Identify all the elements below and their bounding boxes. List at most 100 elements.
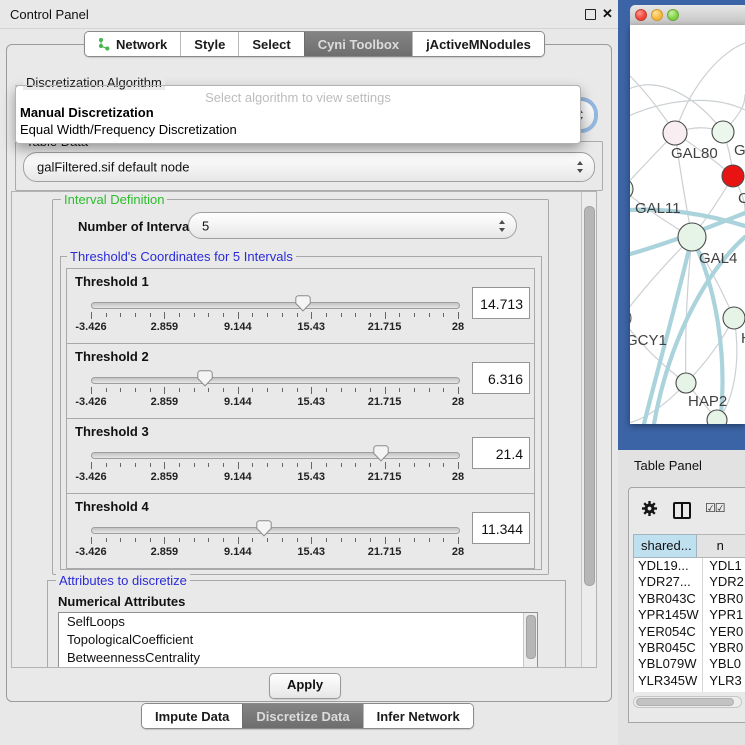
tab-network[interactable]: Network xyxy=(85,32,180,56)
gear-icon[interactable] xyxy=(641,500,658,517)
main-scrollbar[interactable] xyxy=(581,192,596,667)
tab-cyni-toolbox[interactable]: Cyni Toolbox xyxy=(304,32,412,56)
table-header-row: shared...n xyxy=(633,534,745,558)
close-traffic-light-icon[interactable] xyxy=(635,9,647,21)
network-node[interactable] xyxy=(678,223,706,251)
slider-track[interactable] xyxy=(91,377,460,384)
slider-track[interactable] xyxy=(91,302,460,309)
number-of-intervals-combobox[interactable]: 5 xyxy=(188,212,517,239)
dropdown-option-equal-width[interactable]: Equal Width/Frequency Discretization xyxy=(20,122,237,137)
tick-label: 9.144 xyxy=(224,471,252,483)
dropdown-option-manual[interactable]: Manual Discretization xyxy=(20,105,154,120)
tick-mark xyxy=(385,387,386,394)
tick-mark xyxy=(135,463,136,467)
tick-label: 28 xyxy=(452,546,464,558)
tick-mark xyxy=(179,538,180,542)
table-row[interactable]: YDL19...YDL1 xyxy=(634,558,745,574)
minimize-traffic-light-icon[interactable] xyxy=(651,9,663,21)
tick-mark xyxy=(355,313,356,317)
table-cell: YDR2 xyxy=(703,574,745,590)
attribute-item[interactable]: BetweennessCentrality xyxy=(59,649,537,667)
tick-mark xyxy=(458,537,459,544)
tab-style[interactable]: Style xyxy=(180,32,238,56)
split-columns-icon[interactable] xyxy=(673,502,691,519)
column-header[interactable]: n xyxy=(697,534,745,558)
network-node[interactable] xyxy=(630,308,631,328)
table-row[interactable]: YBL079WYBL0 xyxy=(634,656,745,672)
threshold-value-field[interactable]: 14.713 xyxy=(472,287,530,319)
tab-impute-data[interactable]: Impute Data xyxy=(142,704,242,728)
slider-thumb[interactable] xyxy=(197,370,213,387)
tick-mark xyxy=(238,312,239,319)
right-side: GAL80GACGAL11GAL4GCY1HHAP2 Table Panel xyxy=(618,0,745,745)
tab-select[interactable]: Select xyxy=(238,32,303,56)
table-horizontal-scrollbar[interactable] xyxy=(633,696,742,708)
tick-mark xyxy=(120,538,121,542)
table-row[interactable]: YBR045CYBR0 xyxy=(634,640,745,656)
network-node[interactable] xyxy=(723,307,745,329)
table-row[interactable]: YIL052CYIL0 xyxy=(634,689,745,692)
network-canvas[interactable]: GAL80GACGAL11GAL4GCY1HHAP2 xyxy=(630,25,745,424)
tick-mark xyxy=(443,463,444,467)
stepper-icon xyxy=(499,220,506,232)
table-row[interactable]: YPR145WYPR1 xyxy=(634,607,745,623)
slider-track[interactable] xyxy=(91,452,460,459)
tab-infer-network[interactable]: Infer Network xyxy=(363,704,473,728)
tick-mark xyxy=(458,312,459,319)
list-scrollbar[interactable] xyxy=(523,613,537,668)
node-label: H xyxy=(741,330,745,347)
zoom-traffic-light-icon[interactable] xyxy=(667,9,679,21)
slider-track[interactable] xyxy=(91,527,460,534)
threshold-value-field[interactable]: 6.316 xyxy=(472,362,530,394)
network-node[interactable] xyxy=(712,121,734,143)
tick-mark xyxy=(164,387,165,394)
table-row[interactable]: YDR27...YDR2 xyxy=(634,574,745,590)
network-node[interactable] xyxy=(676,373,696,393)
table-row[interactable]: YER054CYER0 xyxy=(634,624,745,640)
table-data-combobox[interactable]: galFiltered.sif default node xyxy=(23,152,595,182)
tick-mark xyxy=(223,538,224,542)
tab-jactivemnodules[interactable]: jActiveMNodules xyxy=(412,32,544,56)
attribute-item[interactable]: TopologicalCoefficient xyxy=(59,631,537,649)
slider-thumb[interactable] xyxy=(256,520,272,537)
highlighted-edge[interactable] xyxy=(644,237,692,424)
node-table: shared...nYDL19...YDL1YDR27...YDR2YBR043… xyxy=(633,534,745,692)
list-scrollbar-thumb[interactable] xyxy=(526,615,536,659)
tick-label: -3.426 xyxy=(75,546,106,558)
tick-label: 9.144 xyxy=(224,321,252,333)
table-row[interactable]: YBR043CYBR0 xyxy=(634,591,745,607)
table-scrollbar-thumb[interactable] xyxy=(636,698,734,706)
column-header[interactable]: shared... xyxy=(633,534,697,558)
tick-label: 21.715 xyxy=(368,321,402,333)
apply-button[interactable]: Apply xyxy=(269,673,341,699)
tick-mark xyxy=(341,538,342,542)
tick-label: 15.43 xyxy=(297,321,325,333)
threshold-value-field[interactable]: 11.344 xyxy=(472,512,530,544)
tick-mark xyxy=(91,462,92,469)
tick-mark xyxy=(150,538,151,542)
main-scrollbar-thumb[interactable] xyxy=(584,206,595,586)
tick-mark xyxy=(429,538,430,542)
tick-label: -3.426 xyxy=(75,396,106,408)
numerical-attributes-list[interactable]: SelfLoopsTopologicalCoefficientBetweenne… xyxy=(58,612,538,668)
threshold-value-field[interactable]: 21.4 xyxy=(472,437,530,469)
tick-mark xyxy=(252,463,253,467)
select-columns-icon[interactable]: ☑☑ xyxy=(705,501,725,515)
slider-thumb[interactable] xyxy=(373,445,389,462)
float-window-icon[interactable] xyxy=(585,9,596,20)
network-node[interactable] xyxy=(663,121,687,145)
table-row[interactable]: YLR345WYLR3 xyxy=(634,673,745,689)
tick-mark xyxy=(267,463,268,467)
slider-thumb[interactable] xyxy=(295,295,311,312)
network-graph[interactable]: GAL80GACGAL11GAL4GCY1HHAP2 xyxy=(630,25,745,424)
settings-scroll-viewport: Interval Definition Number of Intervals … xyxy=(11,191,597,668)
close-icon[interactable]: ✕ xyxy=(602,6,613,22)
network-node[interactable] xyxy=(707,410,727,424)
edge[interactable] xyxy=(686,318,734,383)
tab-discretize-data[interactable]: Discretize Data xyxy=(242,704,362,728)
tick-mark xyxy=(429,388,430,392)
tick-mark xyxy=(106,463,107,467)
attribute-item[interactable]: SelfLoops xyxy=(59,613,537,631)
network-node[interactable] xyxy=(722,165,744,187)
table-cell: YBL079W xyxy=(634,656,703,672)
